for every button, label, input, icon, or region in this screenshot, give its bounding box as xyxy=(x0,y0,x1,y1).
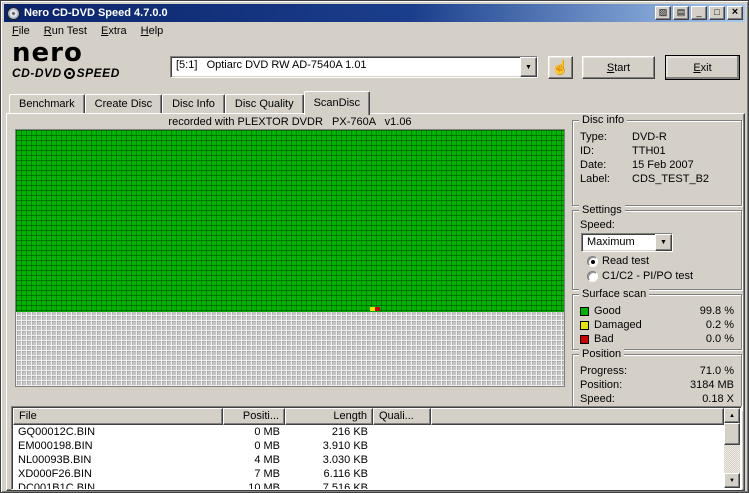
tab-scandisc[interactable]: ScanDisc xyxy=(303,91,371,115)
file-list-header: File Positi... Length Quali... xyxy=(13,408,724,425)
disc-info-title: Disc info xyxy=(579,114,628,126)
disc-info-group: Disc info Type: DVD-R ID: TTH01 Date: 15… xyxy=(572,114,742,206)
maximize-button[interactable]: □ xyxy=(709,6,725,20)
titlebar-tool2-button[interactable]: ▤ xyxy=(673,6,689,20)
nero-logo: nero CD-DVD SPEED xyxy=(12,38,164,80)
surface-scan-group: Surface scan Good 99.8 % Damaged 0.2 % B… xyxy=(572,288,742,350)
table-row[interactable]: NL00093B.BIN 4 MB 3.030 KB xyxy=(13,453,724,467)
drive-selector-arrow-icon[interactable]: ▼ xyxy=(520,57,537,77)
cd-disc-icon xyxy=(63,67,75,79)
table-row[interactable]: XD000F26.BIN 7 MB 6.116 KB xyxy=(13,467,724,481)
column-header-quality[interactable]: Quali... xyxy=(373,408,431,425)
radio-read-test-circle[interactable] xyxy=(587,256,598,267)
good-color-swatch xyxy=(580,306,589,316)
position-title: Position xyxy=(579,348,625,360)
damaged-sector-marker xyxy=(370,306,375,311)
radio-c1c2-pipo-test[interactable]: C1/C2 - PI/PO test xyxy=(573,270,741,285)
scan-area-scanned xyxy=(16,130,564,312)
menu-bar: File Run Test Extra Help xyxy=(4,22,745,40)
bad-color-swatch xyxy=(580,334,589,344)
tab-create-disc[interactable]: Create Disc xyxy=(84,94,163,113)
tab-disc-info[interactable]: Disc Info xyxy=(162,94,225,113)
tab-benchmark[interactable]: Benchmark xyxy=(9,94,85,113)
product-name: CD-DVD SPEED xyxy=(12,66,120,80)
window-title: Nero CD-DVD Speed 4.7.0.0 xyxy=(24,7,168,19)
scroll-down-icon[interactable]: ▼ xyxy=(724,473,740,488)
hand-icon: ☝ xyxy=(551,59,570,75)
disc-info-row-date: Date: 15 Feb 2007 xyxy=(580,159,694,171)
column-header-file[interactable]: File xyxy=(13,408,223,425)
menu-run-test[interactable]: Run Test xyxy=(37,23,94,39)
file-list: File Positi... Length Quali... GQ00012C.… xyxy=(11,406,742,490)
legend-good: Good 99.8 % xyxy=(580,304,734,318)
column-header-position[interactable]: Positi... xyxy=(223,408,285,425)
title-bar: Nero CD-DVD Speed 4.7.0.0 ▨ ▤ _ □ × xyxy=(4,4,745,22)
menu-file[interactable]: File xyxy=(5,23,37,39)
speed-dropdown-arrow-icon[interactable]: ▼ xyxy=(655,234,672,251)
speed-label: Speed: xyxy=(580,219,615,231)
scandisc-panel: recorded with PLEXTOR DVDR PX-760A v1.06… xyxy=(6,113,745,491)
tab-disc-quality[interactable]: Disc Quality xyxy=(224,94,304,113)
table-row[interactable]: GQ00012C.BIN 0 MB 216 KB xyxy=(13,425,724,439)
recorded-with-text: recorded with PLEXTOR DVDR PX-760A v1.06 xyxy=(168,116,412,128)
radio-read-test[interactable]: Read test xyxy=(573,255,741,270)
column-header-length[interactable]: Length xyxy=(285,408,373,425)
settings-title: Settings xyxy=(579,204,625,216)
menu-help[interactable]: Help xyxy=(134,23,171,39)
column-header-filler xyxy=(431,408,724,425)
nero-brand-text: nero xyxy=(12,38,83,68)
legend-bad: Bad 0.0 % xyxy=(580,332,734,346)
eject-tray-button[interactable]: ☝ xyxy=(548,56,573,79)
exit-button[interactable]: Exit xyxy=(665,55,740,80)
app-window: Nero CD-DVD Speed 4.7.0.0 ▨ ▤ _ □ × File… xyxy=(0,0,749,493)
scroll-up-icon[interactable]: ▲ xyxy=(724,408,740,423)
bad-sector-marker xyxy=(375,306,381,311)
legend-damaged: Damaged 0.2 % xyxy=(580,318,734,332)
radio-c1c2-circle[interactable] xyxy=(587,271,598,282)
speed-dropdown[interactable]: Maximum ▼ xyxy=(581,233,673,252)
disc-info-row-label: Label: CDS_TEST_B2 xyxy=(580,173,710,185)
speed-dropdown-value: Maximum xyxy=(587,236,635,248)
disc-info-row-type: Type: DVD-R xyxy=(580,131,667,143)
vertical-scrollbar[interactable]: ▲ ▼ xyxy=(724,408,740,488)
scrollbar-thumb[interactable] xyxy=(724,423,740,445)
titlebar-tool1-button[interactable]: ▨ xyxy=(655,6,671,20)
app-icon xyxy=(7,6,20,20)
minimize-button[interactable]: _ xyxy=(691,6,707,20)
disc-info-row-id: ID: TTH01 xyxy=(580,145,666,157)
table-row[interactable]: EM000198.BIN 0 MB 3.910 KB xyxy=(13,439,724,453)
drive-selector-value: [5:1] Optiarc DVD RW AD-7540A 1.01 xyxy=(176,59,367,71)
position-row-progress: Progress: 71.0 % xyxy=(580,365,734,377)
damaged-color-swatch xyxy=(580,320,589,330)
surface-scan-title: Surface scan xyxy=(579,288,650,300)
drive-selector[interactable]: [5:1] Optiarc DVD RW AD-7540A 1.01 ▼ xyxy=(170,56,538,78)
menu-extra[interactable]: Extra xyxy=(94,23,134,39)
position-group: Position Progress: 71.0 % Position: 3184… xyxy=(572,348,742,410)
start-button[interactable]: Start xyxy=(582,56,655,79)
position-row-speed: Speed: 0.18 X xyxy=(580,393,734,405)
tab-strip: Benchmark Create Disc Disc Info Disc Qua… xyxy=(9,91,371,115)
position-row-position: Position: 3184 MB xyxy=(580,379,734,391)
close-button[interactable]: × xyxy=(727,6,743,20)
settings-group: Settings Speed: Maximum ▼ Read test C1/C… xyxy=(572,204,742,290)
scan-grid xyxy=(15,129,565,387)
table-row[interactable]: DC001B1C.BIN 10 MB 7.516 KB xyxy=(13,481,724,489)
